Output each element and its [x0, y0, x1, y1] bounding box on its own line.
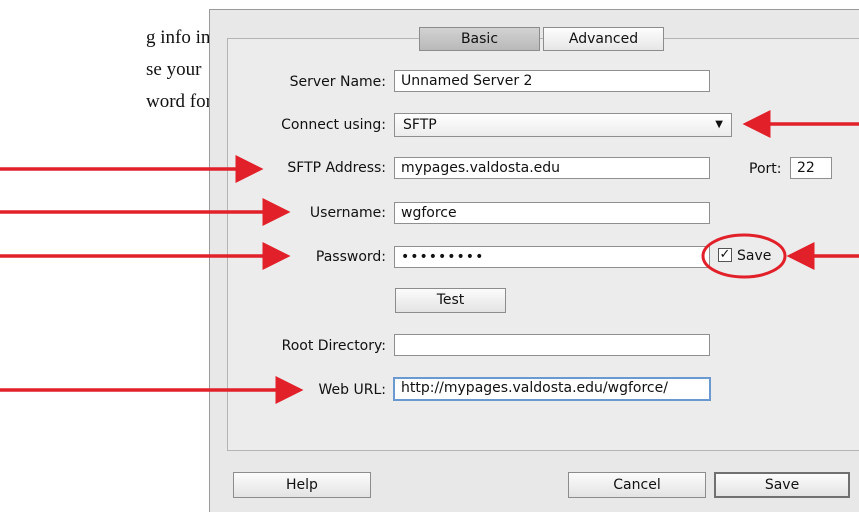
- connect-using-value: SFTP: [403, 117, 437, 133]
- server-name-label: Server Name:: [289, 74, 386, 90]
- dropdown-arrow-icon: ▼: [715, 119, 723, 130]
- sftp-address-input[interactable]: mypages.valdosta.edu: [394, 157, 710, 179]
- save-password-checkbox[interactable]: ✓: [718, 248, 732, 262]
- tab-basic[interactable]: Basic: [419, 27, 540, 51]
- username-input[interactable]: wgforce: [394, 202, 710, 224]
- sftp-address-label: SFTP Address:: [287, 160, 386, 176]
- save-button[interactable]: Save: [714, 472, 850, 498]
- password-label: Password:: [315, 249, 386, 265]
- checkmark-icon: ✓: [719, 247, 731, 262]
- test-button[interactable]: Test: [395, 288, 506, 313]
- instruction-line: g info in the: [146, 27, 216, 48]
- tab-advanced[interactable]: Advanced: [543, 27, 664, 51]
- instruction-text: g info in the se your word for active: [146, 22, 216, 118]
- cancel-button[interactable]: Cancel: [568, 472, 706, 498]
- web-url-label: Web URL:: [318, 382, 386, 398]
- help-button[interactable]: Help: [233, 472, 371, 498]
- server-name-input[interactable]: Unnamed Server 2: [394, 70, 710, 92]
- instruction-line: se your: [146, 59, 202, 80]
- username-label: Username:: [309, 205, 386, 221]
- save-password-label: Save: [737, 248, 772, 264]
- web-url-input[interactable]: http://mypages.valdosta.edu/wgforce/: [393, 377, 711, 401]
- connect-using-select[interactable]: SFTP ▼: [394, 113, 732, 137]
- root-directory-input[interactable]: [394, 334, 710, 356]
- port-label: Port:: [749, 161, 782, 177]
- root-directory-label: Root Directory:: [281, 338, 386, 354]
- password-input[interactable]: •••••••••: [394, 246, 710, 268]
- port-input[interactable]: 22: [790, 157, 832, 179]
- instruction-line: word for active: [146, 91, 216, 112]
- connect-using-label: Connect using:: [281, 117, 386, 133]
